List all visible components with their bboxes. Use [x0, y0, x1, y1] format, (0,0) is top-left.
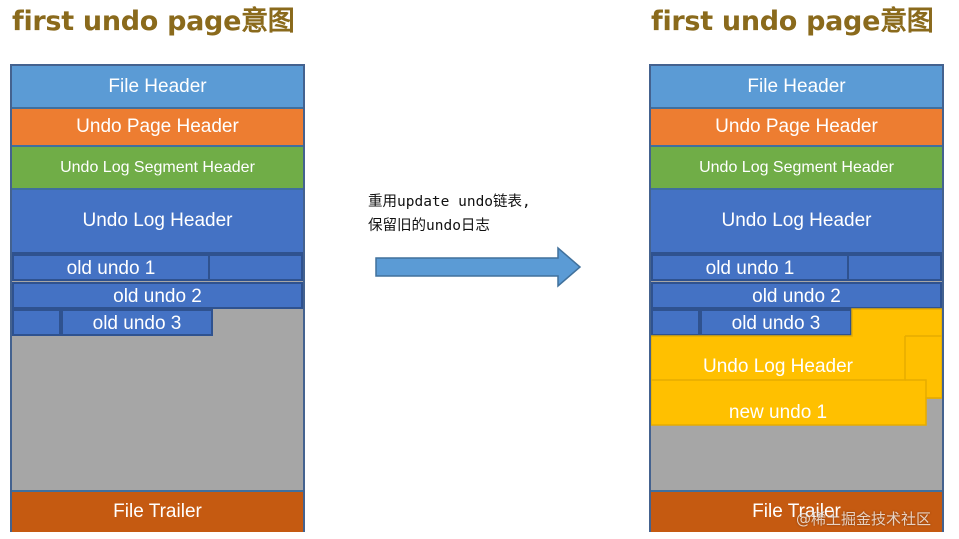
reuse-note: 重用update undo链表, 保留旧的undo日志 — [368, 190, 598, 238]
left-undo-row-3-lead — [12, 309, 61, 336]
right-arrow-icon — [375, 246, 582, 288]
reuse-note-line-2: 保留旧的undo日志 — [368, 218, 490, 234]
left-file-header: File Header — [12, 66, 303, 109]
left-page-diagram: File Header Undo Page Header Undo Log Se… — [10, 64, 305, 532]
right-title: first undo page意图 — [651, 6, 934, 37]
right-new-undo-log-header: Undo Log Header — [703, 356, 853, 377]
right-page-diagram: File Header Undo Page Header Undo Log Se… — [649, 64, 944, 532]
new-undo-log-region — [651, 308, 942, 426]
left-undo-page-header: Undo Page Header — [12, 109, 303, 147]
right-new-undo-1: new undo 1 — [728, 402, 828, 423]
reuse-note-line-1: 重用update undo链表, — [368, 194, 531, 210]
left-undo-log-segment-header: Undo Log Segment Header — [12, 147, 303, 190]
left-title: first undo page意图 — [12, 6, 295, 37]
watermark: @稀土掘金技术社区 — [796, 510, 932, 528]
left-old-undo-1: old undo 1 — [12, 254, 210, 281]
left-old-undo-2: old undo 2 — [12, 282, 303, 309]
left-undo-log-header: Undo Log Header — [12, 190, 303, 254]
left-file-trailer: File Trailer — [12, 490, 303, 532]
left-old-undo-3: old undo 3 — [61, 309, 213, 336]
